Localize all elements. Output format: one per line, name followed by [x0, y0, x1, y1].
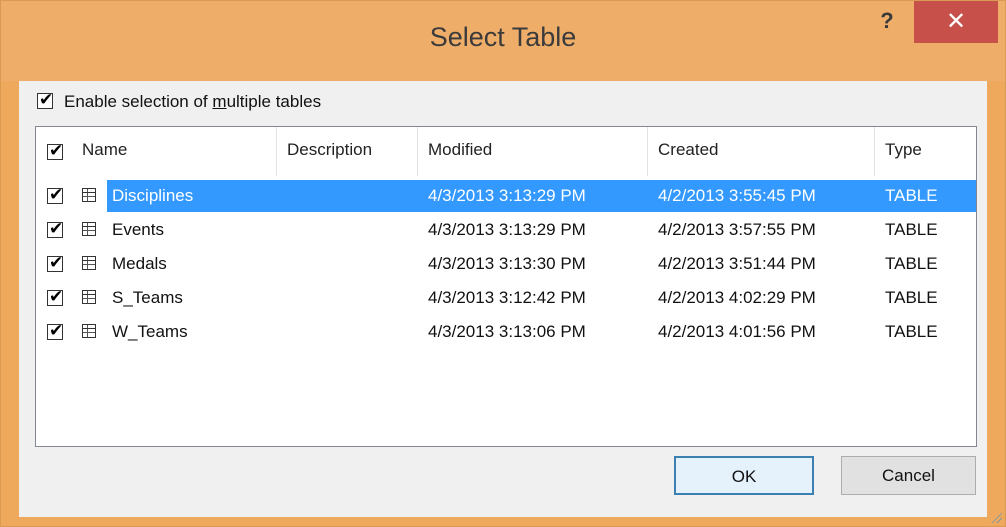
row-name: Events	[112, 220, 164, 239]
column-header-name[interactable]: Name	[72, 127, 276, 176]
row-modified: 4/3/2013 3:13:29 PM	[428, 186, 586, 205]
title-bar[interactable]: Select Table ? ✕	[1, 1, 1005, 81]
close-icon: ✕	[945, 8, 967, 35]
table-row[interactable]: Medals 4/3/2013 3:13:30 PM 4/2/2013 3:51:4…	[36, 247, 976, 281]
row-created: 4/2/2013 3:57:55 PM	[658, 220, 816, 239]
ok-button[interactable]: OK	[674, 456, 814, 495]
row-created: 4/2/2013 4:02:29 PM	[658, 288, 816, 307]
column-header-modified[interactable]: Modified	[418, 127, 647, 176]
table-icon	[82, 290, 96, 304]
table-row[interactable]: S_Teams 4/3/2013 3:12:42 PM 4/2/2013 4:02:…	[36, 281, 976, 315]
row-modified: 4/3/2013 3:13:06 PM	[428, 322, 586, 341]
row-checkbox[interactable]	[47, 219, 63, 239]
row-checkbox[interactable]	[47, 287, 63, 307]
row-checkbox[interactable]	[47, 321, 63, 341]
enable-multiple-checkbox[interactable]	[37, 90, 53, 110]
row-name: S_Teams	[112, 288, 183, 307]
table-icon	[82, 188, 96, 202]
row-created: 4/2/2013 3:55:45 PM	[658, 186, 816, 205]
row-type: TABLE	[885, 288, 938, 307]
row-modified: 4/3/2013 3:13:29 PM	[428, 220, 586, 239]
row-type: TABLE	[885, 220, 938, 239]
help-button[interactable]: ?	[867, 4, 907, 40]
table-icon	[82, 324, 96, 338]
enable-multiple-label[interactable]: Enable selection of multiple tables	[64, 92, 321, 112]
column-header-created[interactable]: Created	[648, 127, 874, 176]
row-modified: 4/3/2013 3:13:30 PM	[428, 254, 586, 273]
table-icon	[82, 222, 96, 236]
list-header: Name Description Modified Created Type	[36, 127, 976, 176]
row-checkbox[interactable]	[47, 185, 63, 205]
table-row[interactable]: Disciplines 4/3/2013 3:13:29 PM 4/2/2013 3…	[36, 179, 976, 213]
select-table-dialog: Select Table ? ✕ Enable selection of mul…	[0, 0, 1006, 527]
select-all-checkbox[interactable]	[47, 141, 63, 161]
row-type: TABLE	[885, 186, 938, 205]
column-header-description[interactable]: Description	[277, 127, 417, 176]
table-icon	[82, 256, 96, 270]
row-name: Disciplines	[112, 186, 194, 205]
resize-grip-icon[interactable]	[990, 511, 1002, 523]
close-button[interactable]: ✕	[914, 1, 998, 43]
tables-list[interactable]: Name Description Modified Created Type D…	[35, 126, 977, 447]
row-created: 4/2/2013 3:51:44 PM	[658, 254, 816, 273]
cancel-button[interactable]: Cancel	[841, 456, 976, 495]
table-row[interactable]: W_Teams 4/3/2013 3:13:06 PM 4/2/2013 4:01:…	[36, 315, 976, 349]
row-created: 4/2/2013 4:01:56 PM	[658, 322, 816, 341]
row-name: W_Teams	[112, 322, 188, 341]
row-checkbox[interactable]	[47, 253, 63, 273]
column-header-type[interactable]: Type	[875, 127, 976, 176]
table-row[interactable]: Events 4/3/2013 3:13:29 PM 4/2/2013 3:57:5…	[36, 213, 976, 247]
dialog-title: Select Table	[429, 22, 577, 52]
row-name: Medals	[112, 254, 167, 273]
dialog-body: Enable selection of multiple tables Name…	[19, 81, 987, 517]
row-modified: 4/3/2013 3:12:42 PM	[428, 288, 586, 307]
row-type: TABLE	[885, 254, 938, 273]
row-type: TABLE	[885, 322, 938, 341]
